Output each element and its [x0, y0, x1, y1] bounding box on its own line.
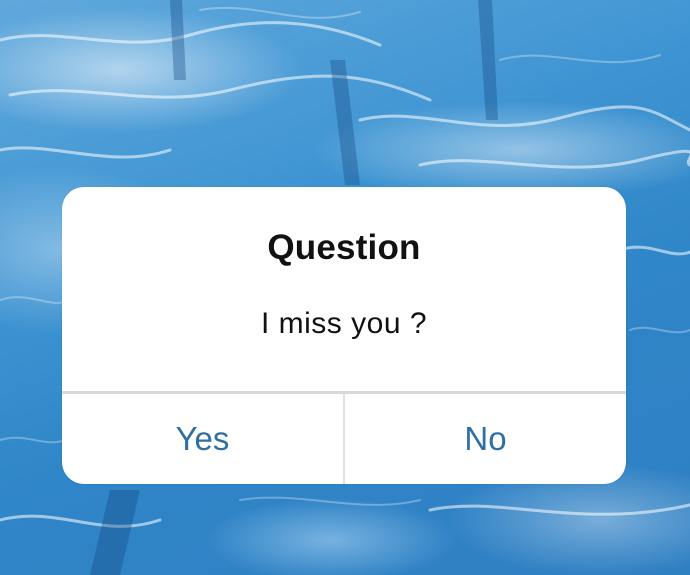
yes-button[interactable]: Yes	[62, 394, 343, 484]
no-button[interactable]: No	[345, 394, 626, 484]
dialog-message: I miss you ?	[260, 307, 428, 340]
alert-dialog: Question I miss you ? Yes No	[62, 187, 626, 484]
dialog-title: Question	[267, 228, 421, 267]
